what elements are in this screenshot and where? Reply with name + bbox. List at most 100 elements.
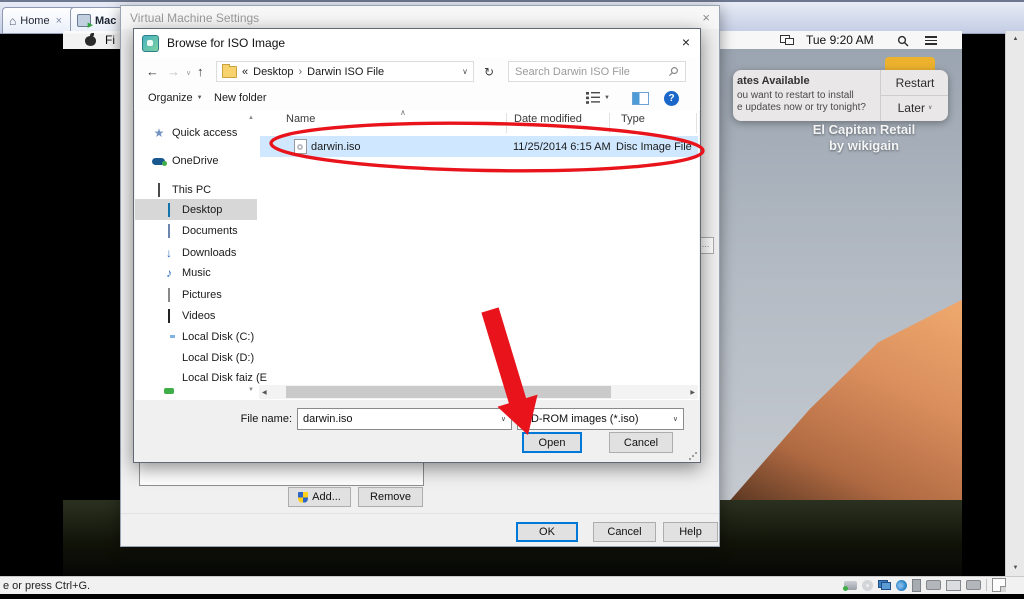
breadcrumb-guillemet[interactable]: «: [242, 66, 248, 78]
view-mode-button[interactable]: ▼: [586, 92, 610, 104]
column-divider[interactable]: [506, 113, 507, 133]
later-label: Later: [898, 101, 925, 115]
sidebar-item-local-disk-e[interactable]: Local Disk faiz (E: [162, 368, 267, 388]
cd-dvd-icon[interactable]: [862, 580, 873, 591]
sidebar-item-quick-access[interactable]: ★ Quick access: [152, 123, 237, 143]
sidebar-item-documents[interactable]: Documents: [162, 221, 238, 241]
sidebar-item-this-pc[interactable]: This PC: [152, 180, 211, 200]
column-header-name[interactable]: Name: [286, 113, 315, 125]
sidebar-label: Downloads: [182, 247, 236, 259]
restart-button[interactable]: Restart: [881, 70, 948, 95]
displays-icon[interactable]: [780, 35, 794, 45]
printer-port-icon[interactable]: [966, 580, 981, 590]
notification-center-icon[interactable]: [925, 36, 937, 45]
scrollbar-thumb[interactable]: [286, 386, 611, 398]
vm-settings-close-icon[interactable]: ×: [702, 10, 710, 25]
open-button[interactable]: Open: [522, 432, 582, 453]
menu-bar-clock[interactable]: Tue 9:20 AM: [806, 33, 874, 47]
help-button[interactable]: Help: [663, 522, 718, 542]
file-name-dropdown-icon[interactable]: ∨: [501, 415, 506, 423]
sound-icon[interactable]: [896, 580, 907, 591]
refresh-icon[interactable]: ↻: [478, 61, 500, 82]
scroll-right-icon[interactable]: ▶: [690, 389, 695, 396]
file-type-filter-select[interactable]: CD-ROM images (*.iso) ∨: [517, 408, 684, 430]
sidebar-item-downloads[interactable]: ↓ Downloads: [162, 243, 236, 263]
open-label: Open: [539, 437, 566, 449]
breadcrumb-current-folder[interactable]: Darwin ISO File: [307, 66, 384, 78]
add-device-button[interactable]: Add...: [288, 487, 351, 507]
browse-close-icon[interactable]: ×: [682, 34, 690, 50]
search-input[interactable]: Search Darwin ISO File: [508, 61, 686, 82]
sidebar-item-onedrive[interactable]: OneDrive: [152, 151, 218, 171]
sidebar-item-videos[interactable]: Videos: [162, 306, 215, 326]
later-button[interactable]: Later ∨: [881, 95, 948, 120]
breadcrumb-desktop[interactable]: Desktop: [253, 66, 293, 78]
address-dropdown-icon[interactable]: ∨: [462, 67, 468, 76]
column-divider[interactable]: [609, 113, 610, 133]
breadcrumb-separator-icon: ›: [298, 66, 302, 78]
pictures-icon: [168, 288, 170, 302]
sidebar-label: Local Disk (C:): [182, 331, 254, 343]
organize-menu[interactable]: Organize ▼: [148, 92, 203, 104]
sidebar-label: Documents: [182, 225, 238, 237]
vmware-vertical-scrollbar[interactable]: ▲ ▼: [1005, 31, 1024, 576]
sidebar-item-pictures[interactable]: Pictures: [162, 285, 222, 305]
sidebar-item-local-disk-d[interactable]: Local Disk (D:): [162, 348, 254, 368]
star-icon: ★: [152, 126, 166, 140]
desktop-folder-icon[interactable]: [885, 57, 935, 71]
hard-disk-icon[interactable]: [844, 581, 857, 590]
sidebar-label: Pictures: [182, 289, 222, 301]
resize-grip[interactable]: [689, 452, 697, 460]
address-bar[interactable]: « Desktop › Darwin ISO File ∨: [216, 61, 474, 82]
display-icon[interactable]: [946, 580, 961, 591]
filter-dropdown-icon[interactable]: ∨: [673, 415, 678, 423]
sidebar-scroll-up-icon[interactable]: ▲: [246, 115, 256, 121]
network-adapter-icon[interactable]: [878, 580, 891, 590]
column-divider[interactable]: [696, 113, 697, 133]
column-header-type[interactable]: Type: [621, 113, 645, 125]
scroll-up-icon[interactable]: ▲: [1006, 31, 1024, 47]
up-icon[interactable]: ↑: [197, 64, 204, 79]
new-folder-button[interactable]: New folder: [214, 92, 267, 104]
music-note-icon: ♪: [162, 266, 176, 280]
column-header-date-modified[interactable]: Date modified: [514, 113, 582, 125]
browse-cancel-button[interactable]: Cancel: [609, 432, 673, 453]
watermark-line1: El Capitan Retail: [778, 122, 950, 138]
scroll-left-icon[interactable]: ◀: [262, 389, 267, 396]
filter-value: CD-ROM images (*.iso): [523, 413, 639, 425]
macos-menu-item[interactable]: Fi: [105, 33, 115, 47]
history-chevron-icon[interactable]: ∨: [186, 69, 191, 77]
sidebar-label: Local Disk (D:): [182, 352, 254, 364]
tab-close-icon[interactable]: ×: [56, 15, 62, 27]
file-date-modified: 11/25/2014 6:15 AM: [513, 141, 611, 153]
vm-cancel-button[interactable]: Cancel: [593, 522, 656, 542]
ok-button[interactable]: OK: [516, 522, 578, 542]
sidebar-scroll-down-icon[interactable]: ▼: [246, 387, 256, 393]
documents-icon: [168, 224, 170, 238]
message-log-icon[interactable]: [992, 578, 1006, 592]
preview-pane-button[interactable]: [632, 92, 649, 105]
search-placeholder: Search Darwin ISO File: [515, 66, 630, 78]
notification-body-line1: ou want to restart to install: [737, 90, 854, 101]
spotlight-search-icon[interactable]: [897, 35, 909, 47]
forward-icon[interactable]: →: [167, 64, 180, 79]
help-label: Help: [679, 526, 702, 538]
file-name-input[interactable]: darwin.iso ∨: [297, 408, 512, 430]
sidebar-item-desktop[interactable]: Desktop: [162, 200, 222, 220]
notification-title: ates Available: [737, 75, 810, 87]
sidebar-item-music[interactable]: ♪ Music: [162, 263, 211, 283]
sidebar-label: Videos: [182, 310, 215, 322]
file-row-darwin-iso[interactable]: darwin.iso 11/25/2014 6:15 AM Disc Image…: [260, 136, 698, 157]
serial-port-icon[interactable]: [926, 580, 941, 590]
sidebar-item-local-disk-c[interactable]: Local Disk (C:): [162, 327, 254, 347]
remove-device-button[interactable]: Remove: [358, 487, 423, 507]
usb-icon[interactable]: [912, 579, 921, 592]
back-icon[interactable]: ←: [146, 64, 159, 79]
help-button-dialog[interactable]: ?: [664, 91, 679, 106]
apple-menu-icon[interactable]: [85, 34, 96, 46]
horizontal-scrollbar[interactable]: ◀ ▶: [259, 385, 698, 399]
scroll-down-icon[interactable]: ▼: [1006, 560, 1024, 576]
sidebar-label: OneDrive: [172, 155, 218, 167]
videos-icon: [168, 309, 170, 323]
tab-home[interactable]: ⌂ Home ×: [2, 7, 78, 33]
